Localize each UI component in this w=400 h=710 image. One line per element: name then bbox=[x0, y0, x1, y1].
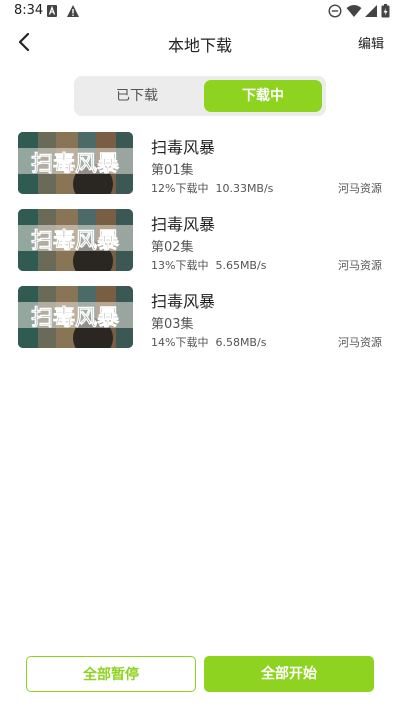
download-item[interactable]: 扫毒风暴 扫毒风暴 第03集 14%下载中 6.58MB/s 河马资源 bbox=[0, 286, 400, 352]
item-title: 扫毒风暴 bbox=[151, 292, 216, 311]
wifi-icon bbox=[346, 5, 362, 17]
progress-text: 12%下载中 bbox=[151, 182, 209, 195]
item-source: 河马资源 bbox=[338, 336, 382, 349]
signal-icon bbox=[365, 5, 377, 17]
item-progress: 13%下载中 5.65MB/s bbox=[151, 257, 266, 273]
download-speed: 5.65MB/s bbox=[215, 259, 267, 272]
download-speed: 6.58MB/s bbox=[215, 336, 267, 349]
item-episode: 第01集 bbox=[151, 163, 194, 178]
progress-text: 14%下载中 bbox=[151, 336, 209, 349]
item-source: 河马资源 bbox=[338, 182, 382, 195]
item-progress: 14%下载中 6.58MB/s bbox=[151, 334, 266, 350]
status-bar: 8:34 bbox=[0, 0, 400, 24]
edit-button[interactable]: 编辑 bbox=[358, 33, 384, 52]
tab-downloading[interactable]: 下载中 bbox=[204, 80, 322, 112]
download-speed: 10.33MB/s bbox=[215, 182, 274, 195]
download-item[interactable]: 扫毒风暴 扫毒风暴 第01集 12%下载中 10.33MB/s 河马资源 bbox=[0, 132, 400, 198]
item-source: 河马资源 bbox=[338, 259, 382, 272]
pause-all-button[interactable]: 全部暂停 bbox=[26, 656, 196, 692]
poster-thumbnail: 扫毒风暴 bbox=[18, 132, 133, 194]
battery-icon bbox=[381, 4, 390, 18]
poster-thumbnail: 扫毒风暴 bbox=[18, 286, 133, 348]
start-all-button[interactable]: 全部开始 bbox=[204, 656, 374, 692]
warning-icon bbox=[67, 5, 79, 17]
poster-thumbnail: 扫毒风暴 bbox=[18, 209, 133, 271]
item-progress: 12%下载中 10.33MB/s bbox=[151, 180, 273, 196]
item-episode: 第03集 bbox=[151, 317, 194, 332]
top-app-bar: 本地下载 编辑 bbox=[0, 24, 400, 60]
tab-downloaded[interactable]: 已下载 bbox=[78, 80, 196, 112]
notification-a-icon bbox=[47, 5, 57, 17]
svg-text:扫毒风暴: 扫毒风暴 bbox=[31, 151, 120, 177]
item-title: 扫毒风暴 bbox=[151, 138, 216, 157]
download-tabs: 已下载 下载中 bbox=[74, 76, 326, 116]
status-time: 8:34 bbox=[14, 3, 44, 18]
progress-text: 13%下载中 bbox=[151, 259, 209, 272]
svg-text:扫毒风暴: 扫毒风暴 bbox=[31, 228, 120, 254]
item-title: 扫毒风暴 bbox=[151, 215, 216, 234]
download-item[interactable]: 扫毒风暴 扫毒风暴 第02集 13%下载中 5.65MB/s 河马资源 bbox=[0, 209, 400, 275]
item-episode: 第02集 bbox=[151, 240, 194, 255]
svg-text:扫毒风暴: 扫毒风暴 bbox=[31, 305, 120, 331]
do-not-disturb-icon bbox=[328, 4, 342, 18]
page-title: 本地下载 bbox=[167, 36, 232, 55]
